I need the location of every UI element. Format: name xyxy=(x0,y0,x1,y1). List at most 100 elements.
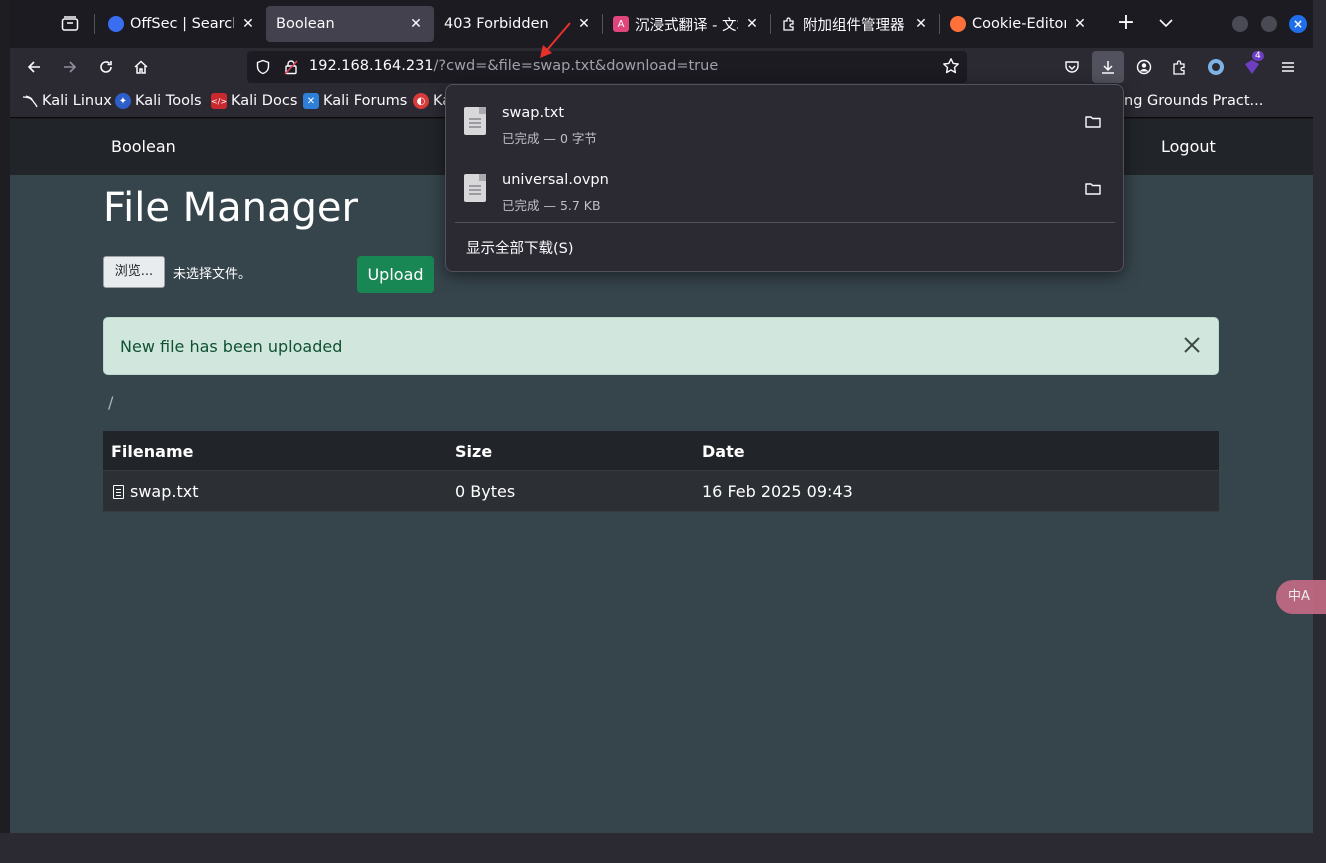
firefox-favicon-icon xyxy=(950,16,966,32)
minimize-button[interactable] xyxy=(1232,16,1248,32)
bookmark-label: Kali Linux xyxy=(42,93,112,109)
tab-immersive-translate[interactable]: A 沉浸式翻译 - 文本 ✕ xyxy=(603,6,770,42)
tab-list-icon[interactable] xyxy=(58,12,82,36)
tab-bar: OffSec | Search ✕ Boolean ✕ 403 Forbidde… xyxy=(10,0,1313,48)
tab-title: 403 Forbidden xyxy=(444,16,549,32)
divider xyxy=(455,222,1115,223)
url-bar[interactable]: 192.168.164.231/?cwd=&file=swap.txt&down… xyxy=(247,51,967,83)
maximize-button[interactable] xyxy=(1261,16,1277,32)
bookmark-kali-forums[interactable]: ✕ Kali Forums xyxy=(303,93,407,109)
alert-message: New file has been uploaded xyxy=(120,337,343,356)
downloads-panel: swap.txt 已完成 — 0 字节 universal.ovpn 已完成 —… xyxy=(445,84,1124,272)
bookmark-label: Kali Forums xyxy=(323,93,408,109)
download-item[interactable]: universal.ovpn 已完成 — 5.7 KB xyxy=(454,160,1116,220)
site-brand-link[interactable]: Boolean xyxy=(111,137,176,156)
filename-link[interactable]: swap.txt xyxy=(130,482,198,501)
tab-close-icon[interactable]: ✕ xyxy=(240,16,256,32)
desktop-background-bottom xyxy=(0,833,1326,863)
tab-title: 附加组件管理器 xyxy=(803,17,905,34)
kali-nethunter-icon: ◐ xyxy=(413,93,429,109)
translate-float-button[interactable]: 中A xyxy=(1276,580,1326,614)
url-text[interactable]: 192.168.164.231/?cwd=&file=swap.txt&down… xyxy=(309,58,718,74)
extension-badge-count: 4 xyxy=(1252,51,1264,61)
tab-cookie-editor[interactable]: Cookie-Editor – Ti ✕ xyxy=(940,6,1098,42)
kali-tools-icon: ✦ xyxy=(115,93,131,109)
tab-close-icon[interactable]: ✕ xyxy=(1072,16,1088,32)
page-title: File Manager xyxy=(103,185,358,231)
star-icon[interactable] xyxy=(941,57,961,77)
desktop-background xyxy=(0,0,10,863)
url-host: 192.168.164.231 xyxy=(309,58,434,74)
bookmark-label: Kali Docs xyxy=(231,93,298,109)
kali-docs-icon: </> xyxy=(211,93,227,109)
filename-cell[interactable]: swap.txt xyxy=(113,482,198,501)
pocket-icon[interactable] xyxy=(1060,55,1084,79)
new-tab-button[interactable]: + xyxy=(1114,12,1138,36)
desktop-background-right xyxy=(1313,0,1326,863)
logout-link[interactable]: Logout xyxy=(1161,137,1216,156)
table-row[interactable]: swap.txt 0 Bytes 16 Feb 2025 09:43 xyxy=(103,471,1219,512)
column-header-date[interactable]: Date xyxy=(702,442,745,461)
tab-addons-manager[interactable]: 附加组件管理器 ✕ xyxy=(771,6,939,42)
tab-close-icon[interactable]: ✕ xyxy=(913,16,929,32)
folder-icon[interactable] xyxy=(1084,113,1102,131)
close-icon[interactable] xyxy=(1180,333,1204,357)
folder-icon[interactable] xyxy=(1084,180,1102,198)
column-header-filename[interactable]: Filename xyxy=(111,442,193,461)
bookmark-label: Kali Tools xyxy=(135,93,202,109)
tab-title: OffSec | Search xyxy=(130,16,234,32)
size-cell: 0 Bytes xyxy=(455,482,516,501)
table-header-row: Filename Size Date xyxy=(103,431,1219,471)
reload-icon[interactable] xyxy=(94,55,118,79)
browser-window: OffSec | Search ✕ Boolean ✕ 403 Forbidde… xyxy=(10,0,1313,833)
tab-close-icon[interactable]: ✕ xyxy=(408,16,424,32)
success-alert: New file has been uploaded xyxy=(103,317,1219,375)
account-icon[interactable] xyxy=(1132,55,1156,79)
download-icon[interactable] xyxy=(1092,51,1124,83)
download-status: 已完成 — 0 字节 xyxy=(502,131,597,146)
bookmark-label: ing Grounds Pract... xyxy=(1120,93,1264,109)
offsec-favicon-icon xyxy=(108,16,124,32)
show-all-downloads-button[interactable]: 显示全部下载(S) xyxy=(466,237,574,258)
shield-icon[interactable] xyxy=(255,59,271,75)
bookmark-kali-tools[interactable]: ✦ Kali Tools xyxy=(115,93,202,109)
file-icon xyxy=(464,174,486,202)
bookmark-proving-grounds[interactable]: ing Grounds Pract... xyxy=(1120,93,1263,109)
forward-icon[interactable] xyxy=(58,55,82,79)
download-filename: swap.txt xyxy=(502,105,565,121)
tab-separator xyxy=(94,14,95,34)
upload-button[interactable]: Upload xyxy=(357,256,434,293)
tab-title: Boolean xyxy=(276,16,335,32)
date-cell: 16 Feb 2025 09:43 xyxy=(702,482,853,501)
tab-title: 沉浸式翻译 - 文本 xyxy=(635,17,738,34)
lock-warning-icon[interactable] xyxy=(283,59,299,75)
file-icon xyxy=(464,107,486,135)
browse-file-button[interactable]: 浏览... xyxy=(103,256,165,288)
puzzle-favicon-icon xyxy=(781,16,797,32)
bookmark-kali-docs[interactable]: </> Kali Docs xyxy=(211,93,297,109)
tab-boolean[interactable]: Boolean ✕ xyxy=(266,6,434,42)
tab-403-forbidden[interactable]: 403 Forbidden ✕ xyxy=(434,6,602,42)
download-status: 已完成 — 5.7 KB xyxy=(502,198,601,213)
current-path-link[interactable]: / xyxy=(108,393,113,412)
download-item[interactable]: swap.txt 已完成 — 0 字节 xyxy=(454,93,1116,153)
tab-offsec[interactable]: OffSec | Search ✕ xyxy=(98,6,266,42)
kali-forums-icon: ✕ xyxy=(303,93,319,109)
translate-favicon-icon: A xyxy=(613,16,629,32)
window-close-button[interactable]: × xyxy=(1289,15,1307,33)
tab-close-icon[interactable]: ✕ xyxy=(576,16,592,32)
url-path: /?cwd=&file=swap.txt&download=true xyxy=(433,58,719,74)
kali-dragon-icon xyxy=(22,93,38,109)
column-header-size[interactable]: Size xyxy=(455,442,492,461)
back-icon[interactable] xyxy=(22,55,46,79)
menu-icon[interactable] xyxy=(1276,55,1300,79)
extension-badge-icon[interactable]: 4 xyxy=(1240,51,1264,79)
extensions-icon[interactable] xyxy=(1168,55,1192,79)
bookmark-kali-linux[interactable]: Kali Linux xyxy=(22,93,112,109)
tab-close-icon[interactable]: ✕ xyxy=(744,16,760,32)
file-table: Filename Size Date swap.txt 0 Bytes 16 F… xyxy=(103,431,1219,512)
extension-circle-icon[interactable] xyxy=(1204,55,1228,79)
home-icon[interactable] xyxy=(129,55,153,79)
list-all-tabs-chevron-icon[interactable] xyxy=(1154,12,1178,36)
file-icon xyxy=(113,485,124,499)
